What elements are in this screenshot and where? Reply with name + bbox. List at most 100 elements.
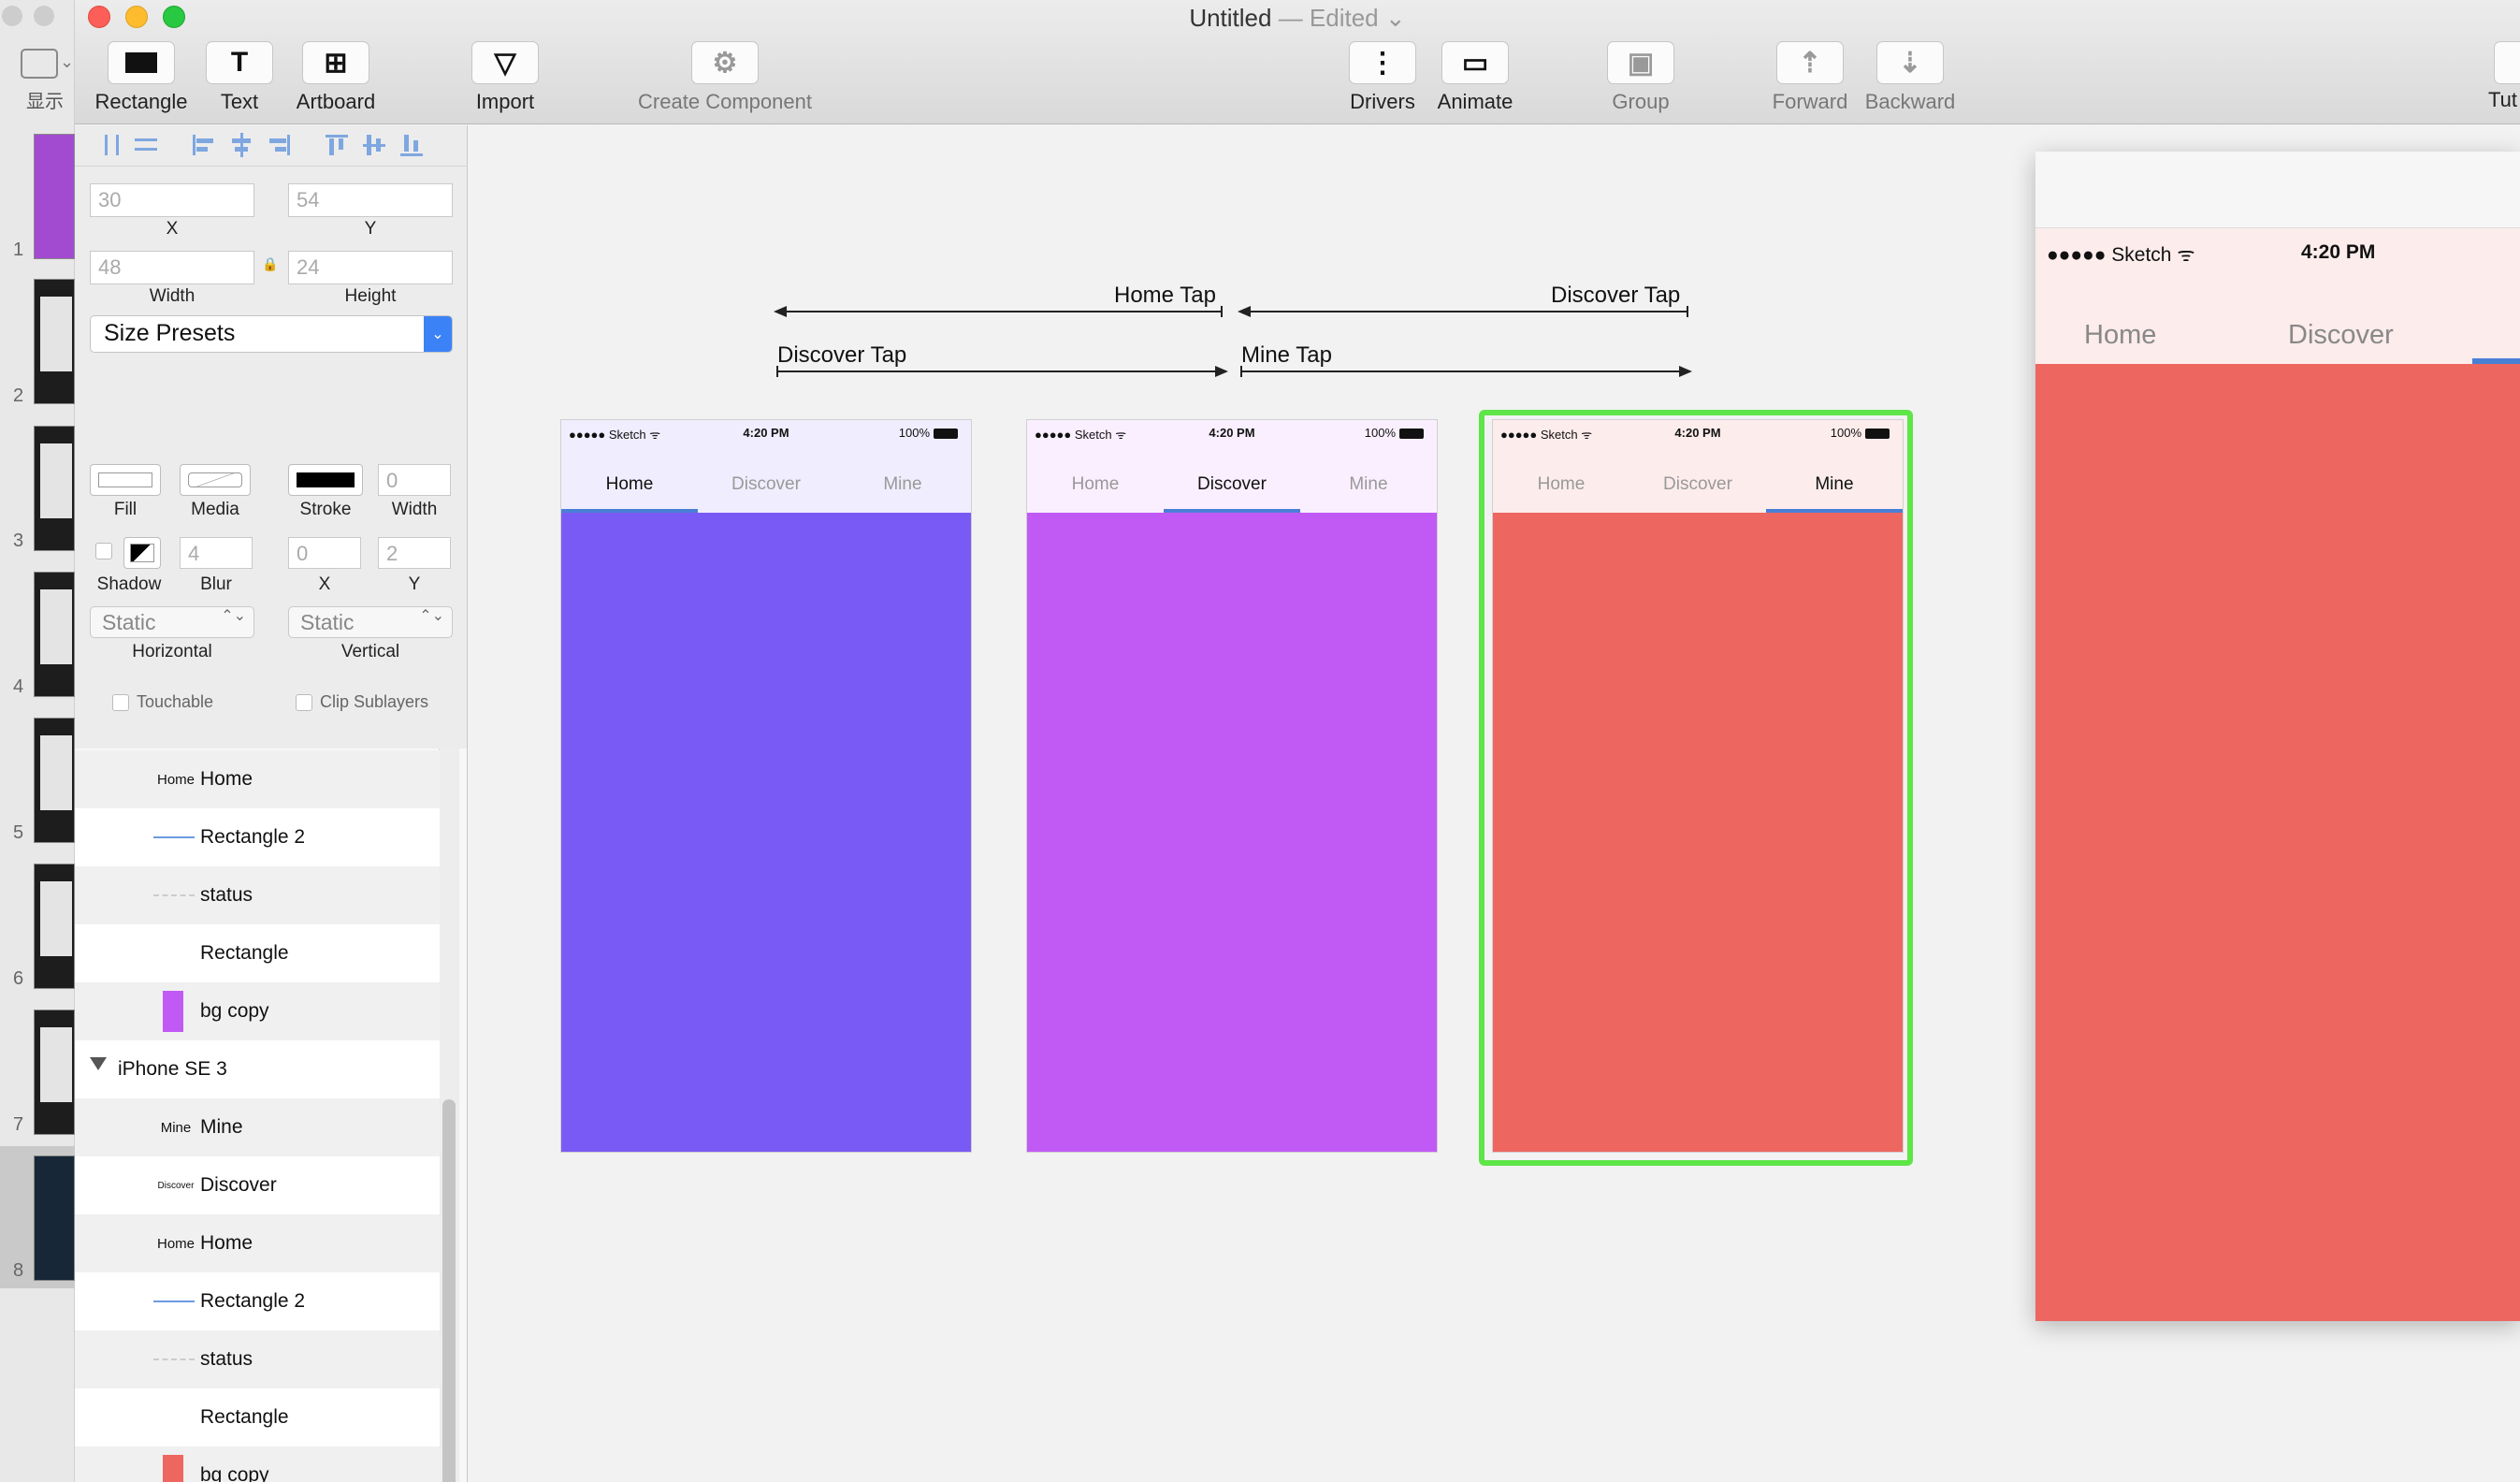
tab-discover[interactable]: Discover	[1629, 474, 1766, 495]
layer-row[interactable]: Rectangle 2	[75, 1272, 440, 1330]
preview-window[interactable]: ●●●●● Sketch ᯤ 4:20 PM Home Discover	[2035, 152, 2520, 1321]
layer-name: Home	[200, 768, 253, 790]
align-top-icon[interactable]	[326, 133, 348, 157]
discover-tap-connector-right[interactable]	[1249, 311, 1688, 312]
tab-mine[interactable]: Mine	[1766, 474, 1903, 495]
layer-row[interactable]: Home Home	[75, 750, 440, 808]
create-component-button[interactable]: ⚙ Create Component	[627, 41, 823, 114]
document-status[interactable]: Edited	[1310, 4, 1379, 32]
status-bar: ●●●●● Sketch ᯤ 4:20 PM 100%	[1027, 420, 1437, 446]
fill-label: Fill	[113, 500, 138, 519]
forward-button[interactable]: ⇡ Forward	[1768, 41, 1852, 114]
distribute-vertical-icon[interactable]	[135, 133, 157, 157]
thumbnail-1[interactable]	[34, 134, 75, 259]
lock-ratio-icon[interactable]: 🔒	[262, 256, 278, 272]
width-label: Width	[149, 286, 196, 306]
discover-tap-connector-left[interactable]	[778, 370, 1216, 372]
width-field[interactable]: 48	[90, 251, 254, 284]
clip-sublayers-checkbox[interactable]	[296, 694, 312, 711]
rectangle-icon	[108, 41, 175, 84]
artboard-background	[1027, 513, 1437, 1152]
shadow-y-field[interactable]: 2	[378, 537, 451, 569]
thumbnail-6[interactable]	[34, 864, 75, 989]
title-chevron-icon[interactable]: ⌄	[1385, 4, 1406, 32]
thumbnail-2[interactable]	[34, 279, 75, 404]
layer-row[interactable]: bg copy	[75, 982, 440, 1040]
height-field[interactable]: 24	[288, 251, 453, 284]
layer-color-thumbnail	[163, 991, 183, 1032]
touchable-checkbox[interactable]	[112, 694, 129, 711]
horizontal-constraint-select[interactable]: Static ⌃⌄	[90, 606, 254, 638]
artboard-discover[interactable]: ●●●●● Sketch ᯤ 4:20 PM 100% Home Discover Min…	[1026, 419, 1438, 1153]
layer-row[interactable]: Rectangle	[75, 924, 440, 982]
layer-row[interactable]: Mine Mine	[75, 1098, 440, 1156]
tutorial-button[interactable]	[2494, 41, 2520, 84]
shadow-blur-field[interactable]: 4	[180, 537, 253, 569]
mine-tap-connector[interactable]	[1242, 370, 1680, 372]
align-right-icon[interactable]	[268, 133, 290, 157]
drivers-button[interactable]: ⋮ Drivers	[1345, 41, 1420, 114]
vertical-constraint-select[interactable]: Static ⌃⌄	[288, 606, 453, 638]
import-button[interactable]: ▽ Import	[463, 41, 547, 114]
align-left-icon[interactable]	[193, 133, 215, 157]
layer-row[interactable]: Rectangle	[75, 1388, 440, 1446]
stroke-width-field[interactable]: 0	[378, 464, 451, 496]
tab-mine[interactable]: Mine	[834, 474, 971, 495]
stroke-swatch[interactable]	[288, 464, 363, 496]
layer-name: bg copy	[200, 1000, 269, 1022]
discover-tap-label-right[interactable]: Discover Tap	[1551, 283, 1680, 309]
tab-home[interactable]: Home	[1493, 474, 1629, 495]
animate-button[interactable]: ▭ Animate	[1433, 41, 1517, 114]
battery-indicator: 100%	[1831, 426, 1890, 440]
artboard-home[interactable]: ●●●●● Sketch ᯤ 4:20 PM 100% Home Discover Min…	[560, 419, 972, 1153]
shadow-color-swatch[interactable]	[123, 537, 161, 569]
tab-discover[interactable]: Discover	[698, 474, 834, 495]
layer-row[interactable]: status	[75, 866, 440, 924]
preview-tab-discover[interactable]: Discover	[2288, 320, 2394, 351]
media-swatch[interactable]	[180, 464, 251, 496]
horizontal-constraint-value: Static	[102, 610, 156, 634]
tab-home[interactable]: Home	[561, 474, 698, 495]
tab-discover[interactable]: Discover	[1164, 474, 1300, 495]
thumbnail-3[interactable]	[34, 426, 75, 551]
align-bottom-icon[interactable]	[400, 133, 423, 157]
group-button[interactable]: ▣ Group	[1603, 41, 1678, 114]
disclosure-triangle-icon[interactable]	[90, 1057, 107, 1070]
layer-row[interactable]: Discover Discover	[75, 1156, 440, 1214]
discover-tap-label-left[interactable]: Discover Tap	[777, 342, 906, 369]
preview-tab-home[interactable]: Home	[2084, 320, 2156, 351]
thumbnail-5[interactable]	[34, 718, 75, 843]
mine-tap-label[interactable]: Mine Tap	[1241, 342, 1332, 369]
shadow-x-field[interactable]: 0	[288, 537, 361, 569]
artboard-tool-button[interactable]: ⊞ Artboard	[289, 41, 383, 114]
background-window: ⌄ 显示 1 2 3 4 5 6 7 8	[0, 0, 75, 1482]
home-tap-label[interactable]: Home Tap	[1114, 283, 1216, 309]
tab-home[interactable]: Home	[1027, 474, 1164, 495]
artboard-mine[interactable]: ●●●●● Sketch ᯤ 4:20 PM 100% Home Discover Min…	[1492, 419, 1904, 1153]
backward-button[interactable]: ⇣ Backward	[1863, 41, 1957, 114]
layer-row[interactable]: Rectangle 2	[75, 808, 440, 866]
size-presets-select[interactable]: Size Presets ⌄	[90, 315, 453, 353]
home-tap-connector[interactable]	[785, 311, 1223, 312]
y-position-field[interactable]: 54	[288, 183, 453, 217]
rectangle-tool-button[interactable]: Rectangle	[90, 41, 193, 114]
text-tool-button[interactable]: T Text	[202, 41, 277, 114]
x-position-field[interactable]: 30	[90, 183, 254, 217]
distribute-horizontal-icon[interactable]	[101, 133, 123, 157]
layer-list-scrollbar[interactable]	[442, 1099, 456, 1482]
align-center-horizontal-icon[interactable]	[230, 133, 253, 157]
layer-group-row[interactable]: iPhone SE 3	[75, 1040, 440, 1098]
align-middle-vertical-icon[interactable]	[363, 133, 385, 157]
shadow-checkbox[interactable]	[95, 543, 112, 559]
layer-row[interactable]: Home Home	[75, 1214, 440, 1272]
window-title: Untitled — Edited ⌄	[75, 4, 2520, 33]
thumbnail-8[interactable]	[34, 1155, 75, 1281]
thumbnail-7[interactable]	[34, 1010, 75, 1135]
layer-row[interactable]: status	[75, 1330, 440, 1388]
layer-row[interactable]: bg copy	[75, 1446, 440, 1482]
fill-swatch[interactable]	[90, 464, 161, 496]
preview-content[interactable]	[2035, 364, 2520, 1321]
tab-mine[interactable]: Mine	[1300, 474, 1437, 495]
thumbnail-4[interactable]	[34, 572, 75, 697]
view-toggle-icon[interactable]	[21, 49, 58, 79]
